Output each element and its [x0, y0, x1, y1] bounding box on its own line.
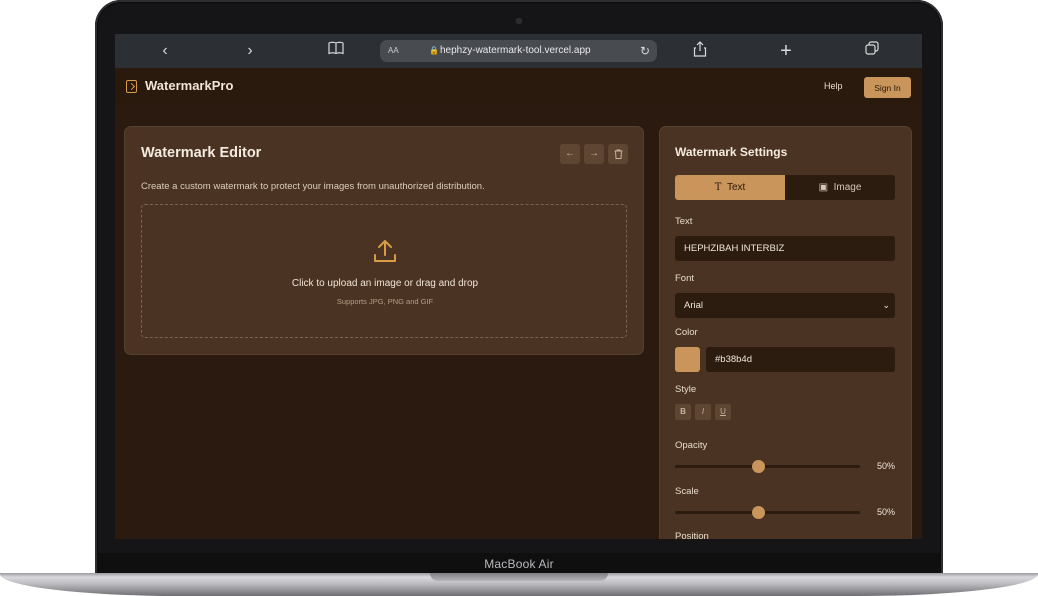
redo-icon[interactable]: → — [584, 144, 604, 164]
bold-button[interactable]: B — [675, 404, 691, 420]
editor-title: Watermark Editor — [141, 145, 262, 161]
plus-icon[interactable]: + — [775, 41, 797, 61]
tabs-icon[interactable] — [861, 41, 883, 61]
tab-image-label: Image — [833, 182, 862, 193]
address-bar[interactable]: AA 🔒 hephzy-watermark-tool.vercel.app ↻ — [380, 40, 657, 62]
color-swatch[interactable] — [675, 347, 700, 372]
lock-icon: 🔒 — [429, 46, 439, 55]
device-model-label: MacBook Air — [484, 557, 554, 571]
opacity-label: Opacity — [675, 440, 708, 451]
settings-title: Watermark Settings — [675, 145, 788, 159]
opacity-slider[interactable] — [675, 460, 860, 473]
editor-description: Create a custom watermark to protect you… — [141, 181, 485, 192]
underline-button[interactable]: U — [715, 404, 731, 420]
opacity-slider-thumb[interactable] — [752, 460, 766, 473]
watermark-text-input[interactable]: HEPHZIBAH INTERBIZ — [675, 236, 895, 261]
tab-text[interactable]: T Text — [675, 175, 785, 200]
chevron-right-icon[interactable]: › — [239, 41, 261, 61]
trash-icon[interactable] — [608, 144, 628, 164]
style-buttons: B I U — [675, 404, 731, 420]
font-select[interactable]: Arial ⌄ — [675, 293, 895, 318]
scale-slider-thumb[interactable] — [752, 506, 766, 519]
text-label: Text — [675, 216, 693, 227]
editor-toolbar: ← → — [560, 144, 628, 164]
share-icon[interactable] — [689, 41, 711, 63]
help-link[interactable]: Help — [824, 81, 843, 91]
chevron-down-icon: ⌄ — [882, 300, 890, 310]
webcam-icon — [516, 18, 522, 24]
upload-formats: Supports JPG, PNG and GIF — [336, 297, 434, 306]
color-label: Color — [675, 327, 698, 338]
text-size-button[interactable]: AA — [388, 40, 399, 62]
book-icon[interactable] — [325, 41, 347, 61]
tab-image[interactable]: ▣ Image — [785, 175, 895, 200]
position-label: Position — [675, 531, 709, 539]
undo-icon[interactable]: ← — [560, 144, 580, 164]
style-label: Style — [675, 384, 697, 395]
text-icon: T — [714, 182, 722, 193]
brand-name[interactable]: WatermarkPro — [145, 78, 233, 93]
scale-slider[interactable] — [675, 506, 860, 519]
scale-label: Scale — [675, 486, 699, 497]
watermark-type-tabs: T Text ▣ Image — [675, 175, 895, 200]
reload-icon[interactable]: ↻ — [640, 40, 650, 62]
upload-icon — [374, 240, 396, 262]
editor-card: Watermark Editor ← → Create a custom wat… — [125, 127, 643, 354]
image-icon: ▣ — [818, 182, 829, 193]
italic-button[interactable]: I — [695, 404, 711, 420]
browser-screen: ‹ › AA 🔒 hephzy-watermark-tool.vercel.ap… — [115, 34, 922, 539]
scale-value: 50% — [876, 507, 895, 517]
font-label: Font — [675, 273, 695, 284]
url-text[interactable]: hephzy-watermark-tool.vercel.app — [440, 40, 620, 62]
browser-toolbar: ‹ › AA 🔒 hephzy-watermark-tool.vercel.ap… — [115, 34, 922, 68]
settings-panel: Watermark Settings T Text ▣ Image Text H… — [660, 127, 911, 539]
opacity-value: 50% — [876, 461, 895, 471]
upload-dropzone[interactable]: Click to upload an image or drag and dro… — [141, 204, 627, 338]
app-header: WatermarkPro Help Sign In — [115, 68, 922, 106]
font-select-value: Arial — [684, 300, 704, 311]
tab-text-label: Text — [726, 182, 746, 193]
color-hex-input[interactable]: #b38b4d — [706, 347, 895, 372]
logo-icon — [126, 80, 137, 93]
chevron-left-icon[interactable]: ‹ — [154, 41, 176, 61]
laptop-notch — [430, 573, 608, 581]
upload-instructions: Click to upload an image or drag and dro… — [291, 278, 479, 289]
sign-in-button[interactable]: Sign In — [864, 77, 911, 98]
